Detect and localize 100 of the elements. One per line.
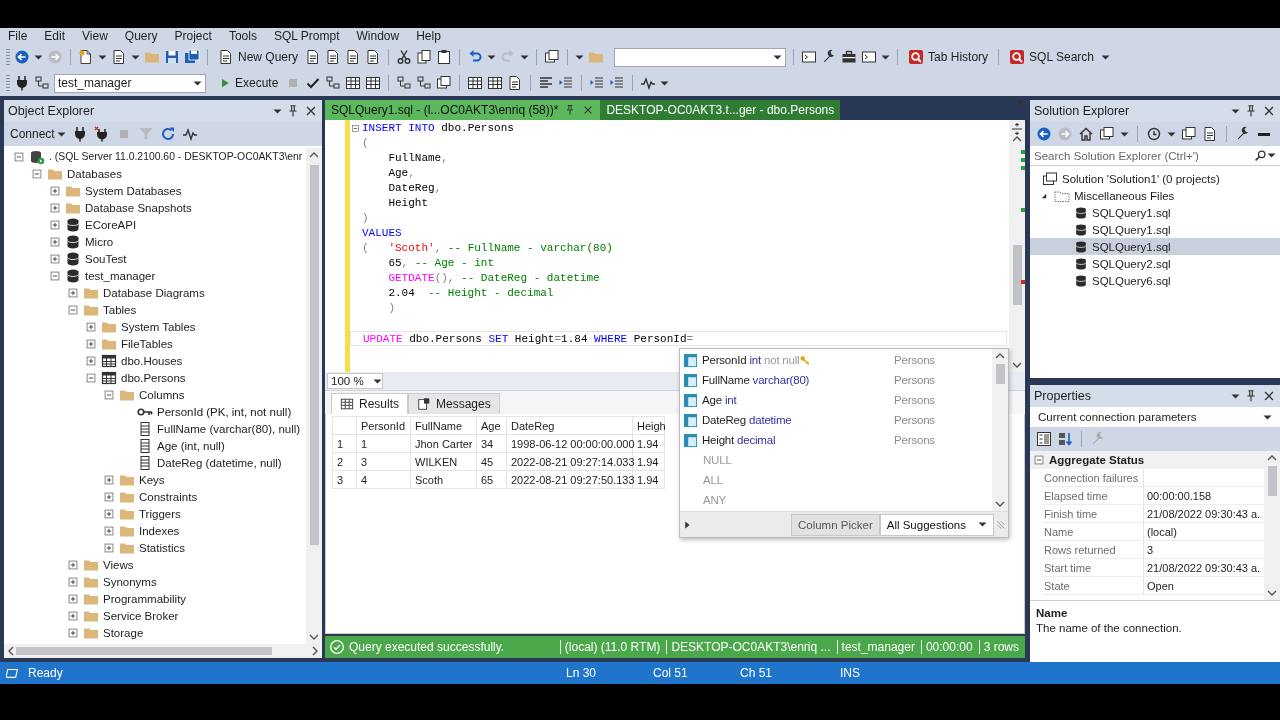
toolbar-grip[interactable] (6, 49, 10, 65)
menu-item[interactable]: File (2, 29, 39, 43)
new-file-icon[interactable] (78, 49, 94, 65)
windows-icon[interactable] (1181, 126, 1197, 142)
indent-icon[interactable] (558, 75, 575, 91)
dropdown-caret-icon[interactable] (520, 54, 530, 60)
plug-icon[interactable] (14, 75, 30, 91)
column-header[interactable]: FullName (410, 416, 477, 435)
toolbar-grip[interactable] (6, 75, 10, 91)
scroll-thumb[interactable] (1267, 466, 1277, 496)
hierarchy-icon[interactable] (325, 75, 342, 91)
tree-item[interactable]: SQLQuery6.sql (1092, 274, 1171, 287)
tree-item[interactable]: SouTest (84, 252, 128, 265)
hierarchy-icon[interactable] (416, 75, 433, 91)
dropdown-caret-icon[interactable] (1167, 131, 1176, 137)
split-handle-icon[interactable] (1010, 122, 1024, 136)
categorized-icon[interactable] (1036, 431, 1052, 447)
clipboard-icon[interactable] (436, 49, 453, 65)
grid-icon[interactable] (467, 75, 484, 91)
dropdown-caret-icon[interactable] (1101, 54, 1110, 60)
tree-item[interactable]: PersonId (PK, int, not null) (156, 405, 293, 418)
disconnect-plug-icon[interactable] (93, 126, 110, 142)
results-tab[interactable]: Messages (408, 393, 500, 414)
tree-item[interactable]: Databases (66, 167, 123, 180)
suggestion-item[interactable]: PersonId int not null Persons (680, 350, 992, 370)
scrollbar[interactable] (1264, 451, 1280, 600)
windows-icon[interactable] (1099, 126, 1115, 142)
zoom-dropdown[interactable]: 100 % (327, 373, 383, 389)
dropdown-caret-icon[interactable] (98, 54, 107, 60)
close-icon[interactable] (1262, 389, 1276, 403)
scroll-down-icon[interactable] (1012, 362, 1022, 368)
home-icon[interactable] (1078, 126, 1094, 142)
dropdown-caret-icon[interactable] (487, 54, 497, 60)
tree-item[interactable]: Views (102, 558, 135, 571)
database-dropdown[interactable]: test_manager (54, 73, 206, 93)
back-icon[interactable] (1036, 126, 1052, 142)
copy-icon[interactable] (416, 49, 433, 65)
toolbox-icon[interactable] (841, 49, 858, 65)
suggestion-tab[interactable]: All Suggestions (879, 513, 994, 536)
menu-item[interactable]: View (76, 29, 119, 43)
scrollbar[interactable] (4, 644, 322, 658)
tree-item[interactable]: . (SQL Server 11.0.2100.60 - DESKTOP-OC0AKT3\enr (48, 151, 304, 162)
scissors-icon[interactable] (396, 49, 413, 65)
grid-icon[interactable] (345, 75, 362, 91)
grid-icon[interactable] (487, 75, 504, 91)
category-toggle[interactable] (1032, 453, 1046, 467)
column-header[interactable]: Heigh (632, 416, 665, 435)
menu-item[interactable]: Help (410, 29, 452, 43)
tree-item[interactable]: System Tables (120, 320, 197, 333)
tree-item[interactable]: Triggers (138, 507, 182, 520)
dropdown-caret-icon[interactable] (1120, 131, 1129, 137)
dropdown-caret-icon[interactable] (1267, 153, 1276, 158)
menu-item[interactable]: Edit (38, 29, 77, 43)
back-icon[interactable] (14, 49, 30, 65)
tree-item[interactable]: FullName (varchar(80), null) (156, 422, 302, 435)
tree-item[interactable]: dbo.Persons (120, 371, 187, 384)
dropdown-caret-icon[interactable] (273, 108, 282, 114)
tree-item[interactable]: Indexes (138, 524, 181, 537)
search-icon[interactable] (1254, 149, 1267, 162)
dropdown-caret-icon[interactable] (881, 54, 891, 60)
windows-icon[interactable] (436, 75, 453, 91)
results-tab[interactable]: Results (331, 393, 408, 414)
grid-icon[interactable] (365, 75, 382, 91)
suggestion-tab[interactable]: Column Picker (790, 513, 880, 536)
tree-item[interactable]: SQLQuery1.sql (1092, 223, 1171, 236)
suggestion-item[interactable]: DateReg datetime Persons (680, 410, 992, 430)
terminal-icon[interactable] (801, 49, 818, 65)
dropdown-caret-icon[interactable] (1231, 393, 1240, 399)
execute-button[interactable]: Execute (216, 74, 282, 92)
scroll-up-icon[interactable] (309, 152, 319, 158)
object-dropdown[interactable]: Current connection parameters (1030, 407, 1280, 427)
terminal-icon[interactable] (861, 49, 878, 65)
scrollbar[interactable] (1009, 120, 1025, 372)
close-icon[interactable] (1262, 104, 1276, 118)
document-icon[interactable] (111, 49, 127, 65)
column-header[interactable]: DateReg (506, 416, 633, 435)
clock-icon[interactable] (1146, 126, 1162, 142)
hierarchy-icon[interactable] (34, 75, 50, 91)
tree-item[interactable]: Keys (138, 473, 166, 486)
scroll-down-icon[interactable] (309, 634, 319, 640)
scroll-up-icon[interactable] (1267, 455, 1277, 461)
save-icon[interactable] (164, 49, 180, 65)
hierarchy-icon[interactable] (396, 75, 413, 91)
column-header[interactable]: Age (476, 416, 507, 435)
new-query-button[interactable]: New Query (215, 47, 302, 67)
scroll-right-icon[interactable] (312, 646, 318, 656)
suggestion-item[interactable]: Age int Persons (680, 390, 992, 410)
tree-item[interactable]: Statistics (138, 541, 186, 554)
fold-toggle[interactable] (350, 123, 361, 134)
tree-item[interactable]: DateReg (datetime, null) (156, 456, 283, 469)
tree-item[interactable]: dbo.Houses (120, 354, 184, 367)
pulse-icon[interactable] (640, 75, 657, 91)
tree-item[interactable]: Programmability (102, 592, 188, 605)
scroll-thumb[interactable] (1012, 245, 1022, 305)
menu-item[interactable]: SQL Prompt (267, 29, 351, 43)
pulse-icon[interactable] (181, 126, 198, 142)
refresh-icon[interactable] (159, 126, 176, 142)
tree-item[interactable]: Solution 'Solution1' (0 projects) (1062, 172, 1220, 185)
tree-item[interactable]: ECoreAPI (84, 218, 138, 231)
column-header[interactable]: PersonId (356, 416, 411, 435)
